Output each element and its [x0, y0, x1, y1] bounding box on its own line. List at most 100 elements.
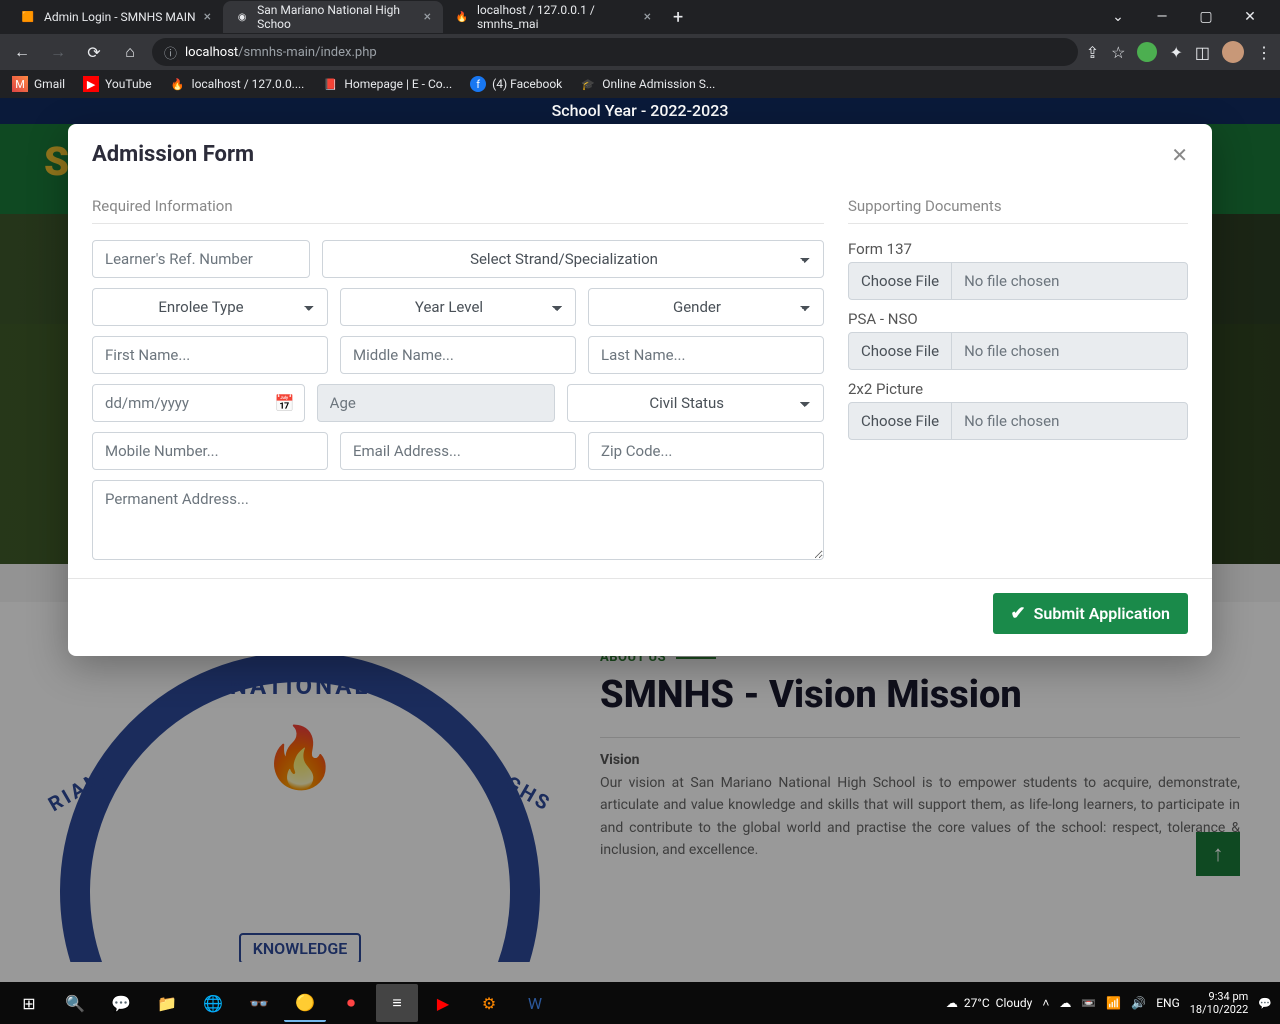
chrome-active-button[interactable]: 🟡 — [284, 984, 326, 1022]
enrolee-type-select[interactable]: Enrolee Type — [92, 288, 328, 326]
tab-title: Admin Login - SMNHS MAIN — [44, 10, 196, 24]
messenger-button[interactable]: 💬 — [100, 984, 142, 1022]
share-icon[interactable]: ⇪ — [1086, 43, 1099, 62]
bookmark-youtube[interactable]: ▶YouTube — [83, 76, 152, 92]
file-status: No file chosen — [952, 333, 1187, 369]
email-input[interactable] — [340, 432, 576, 470]
system-clock[interactable]: 9:34 pm 18/10/2022 — [1190, 990, 1249, 1016]
close-icon[interactable]: × — [204, 9, 211, 25]
extension-icon[interactable] — [1137, 42, 1157, 62]
record-button[interactable]: ⏺ — [330, 984, 372, 1022]
word-button[interactable]: W — [514, 984, 556, 1022]
wifi-icon[interactable]: 📶 — [1106, 996, 1121, 1010]
bookmarks-bar: MGmail ▶YouTube 🔥localhost / 127.0.0....… — [0, 70, 1280, 98]
home-button[interactable]: ⌂ — [116, 38, 144, 66]
reload-button[interactable]: ⟳ — [80, 38, 108, 66]
chevron-down-icon[interactable]: ⌄ — [1096, 1, 1140, 33]
school-year-banner: School Year - 2022-2023 — [0, 98, 1280, 124]
grad-icon: 🎓 — [580, 76, 596, 92]
sublime-button[interactable]: ≡ — [376, 984, 418, 1022]
admission-modal: Admission Form ✕ Required Information Se… — [68, 124, 1212, 656]
form137-file-input[interactable]: Choose File No file chosen — [848, 262, 1188, 300]
gender-select[interactable]: Gender — [588, 288, 824, 326]
bookmark-localhost[interactable]: 🔥localhost / 127.0.0.... — [170, 76, 305, 92]
address-bar: ← → ⟳ ⌂ ⓘ localhost/smnhs-main/index.php… — [0, 34, 1280, 70]
pma-icon: 🔥 — [170, 76, 186, 92]
first-name-input[interactable] — [92, 336, 328, 374]
minimize-button[interactable]: — — [1140, 1, 1184, 33]
address-textarea[interactable] — [92, 480, 824, 560]
edge-button[interactable]: 🌐 — [192, 984, 234, 1022]
choose-file-button[interactable]: Choose File — [849, 263, 952, 299]
modal-title: Admission Form — [92, 142, 254, 167]
tab-title: San Mariano National High Schoo — [257, 3, 415, 31]
search-button[interactable]: 🔍 — [54, 984, 96, 1022]
photo-label: 2x2 Picture — [848, 380, 1188, 398]
file-status: No file chosen — [952, 263, 1187, 299]
site-info-icon[interactable]: ⓘ — [164, 43, 177, 62]
age-input — [317, 384, 556, 422]
choose-file-button[interactable]: Choose File — [849, 403, 952, 439]
middle-name-input[interactable] — [340, 336, 576, 374]
tab-smnhs[interactable]: ◉ San Mariano National High Schoo × — [223, 1, 443, 33]
strand-select[interactable]: Select Strand/Specialization — [322, 240, 824, 278]
start-button[interactable]: ⊞ — [8, 984, 50, 1022]
forward-button[interactable]: → — [44, 38, 72, 66]
youtube-button[interactable]: ▶ — [422, 984, 464, 1022]
bookmark-admission[interactable]: 🎓Online Admission S... — [580, 76, 715, 92]
maximize-button[interactable]: ▢ — [1184, 1, 1228, 33]
youtube-icon: ▶ — [83, 76, 99, 92]
tab-title: localhost / 127.0.0.1 / smnhs_mai — [477, 3, 636, 31]
check-icon: ✔ — [1011, 603, 1026, 624]
supporting-docs-label: Supporting Documents — [848, 181, 1188, 223]
close-window-button[interactable]: ✕ — [1228, 1, 1272, 33]
submit-application-button[interactable]: ✔Submit Application — [993, 593, 1188, 634]
extensions-icon[interactable]: ✦ — [1169, 43, 1182, 62]
year-level-select[interactable]: Year Level — [340, 288, 576, 326]
photo-file-input[interactable]: Choose File No file chosen — [848, 402, 1188, 440]
app-button[interactable]: 👓 — [238, 984, 280, 1022]
choose-file-button[interactable]: Choose File — [849, 333, 952, 369]
bookmark-homepage[interactable]: 📕Homepage | E - Co... — [322, 76, 452, 92]
page-content: School Year - 2022-2023 S RIANONATIONALH… — [0, 98, 1280, 982]
close-icon[interactable]: × — [424, 9, 431, 25]
tray-chevron-icon[interactable]: ˄ — [1042, 996, 1049, 1010]
battery-icon[interactable]: 📼 — [1081, 996, 1096, 1010]
bookmark-star-icon[interactable]: ☆ — [1111, 43, 1125, 62]
file-status: No file chosen — [952, 403, 1187, 439]
new-tab-button[interactable]: + — [663, 7, 693, 28]
xampp-button[interactable]: ⚙ — [468, 984, 510, 1022]
civil-status-select[interactable]: Civil Status — [567, 384, 824, 422]
bookmark-gmail[interactable]: MGmail — [12, 76, 65, 92]
notifications-icon[interactable]: 💬 — [1258, 997, 1272, 1010]
tab-phpmyadmin[interactable]: 🔥 localhost / 127.0.0.1 / smnhs_mai × — [443, 1, 663, 33]
tab-admin-login[interactable]: 🟧 Admin Login - SMNHS MAIN × — [8, 1, 223, 33]
lrn-input[interactable] — [92, 240, 310, 278]
menu-icon[interactable]: ⋮ — [1256, 43, 1272, 62]
modal-close-button[interactable]: ✕ — [1171, 143, 1188, 167]
sidepanel-icon[interactable]: ◫ — [1195, 43, 1210, 62]
profile-avatar[interactable] — [1222, 41, 1244, 63]
language-indicator[interactable]: ENG — [1156, 996, 1180, 1010]
url-path: /smnhs-main/index.php — [238, 45, 377, 60]
required-info-label: Required Information — [92, 181, 824, 223]
close-icon[interactable]: × — [644, 9, 651, 25]
pma-icon: 🔥 — [455, 9, 469, 25]
explorer-button[interactable]: 📁 — [146, 984, 188, 1022]
browser-chrome: 🟧 Admin Login - SMNHS MAIN × ◉ San Maria… — [0, 0, 1280, 98]
form137-label: Form 137 — [848, 240, 1188, 258]
onedrive-icon[interactable]: ☁ — [1059, 996, 1071, 1010]
xampp-icon: 🟧 — [20, 9, 36, 25]
mobile-input[interactable] — [92, 432, 328, 470]
weather-widget[interactable]: ☁ 27°C Cloudy — [946, 996, 1032, 1010]
zip-input[interactable] — [588, 432, 824, 470]
bookmark-facebook[interactable]: f(4) Facebook — [470, 76, 562, 92]
back-button[interactable]: ← — [8, 38, 36, 66]
url-input[interactable]: ⓘ localhost/smnhs-main/index.php — [152, 38, 1078, 66]
facebook-icon: f — [470, 76, 486, 92]
last-name-input[interactable] — [588, 336, 824, 374]
dob-input[interactable] — [92, 384, 305, 422]
volume-icon[interactable]: 🔊 — [1131, 996, 1146, 1010]
psa-label: PSA - NSO — [848, 310, 1188, 328]
psa-file-input[interactable]: Choose File No file chosen — [848, 332, 1188, 370]
